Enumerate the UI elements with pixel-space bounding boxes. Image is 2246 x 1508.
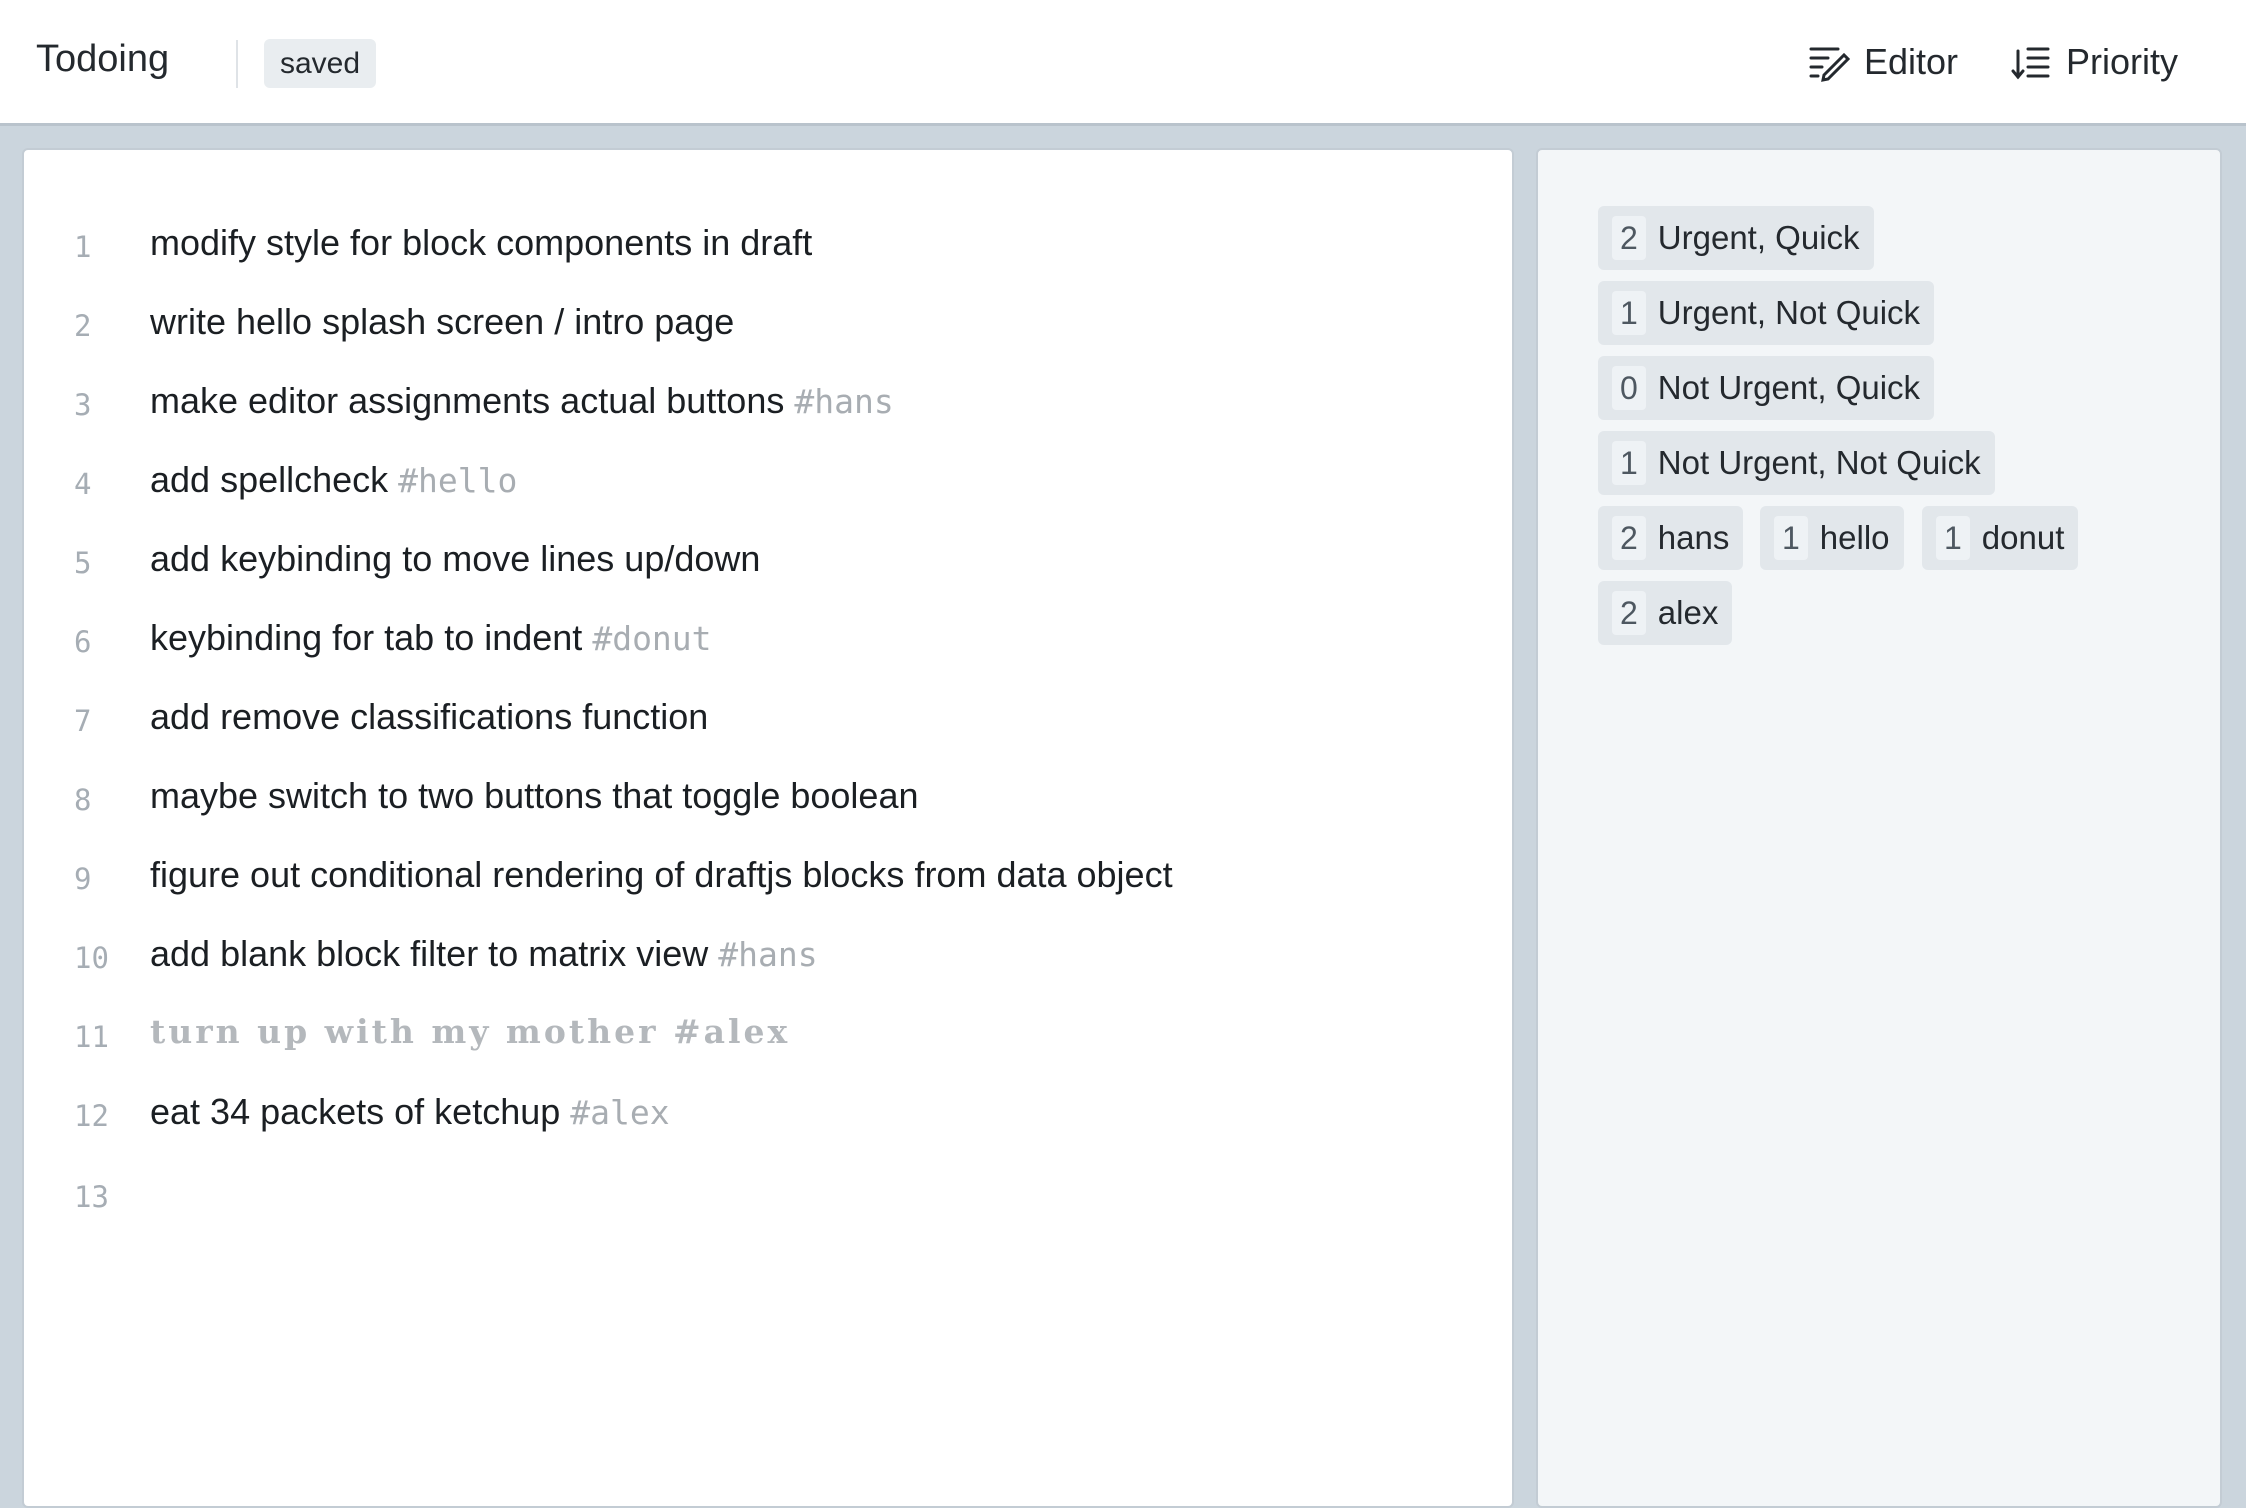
chip-count: 1: [1936, 516, 1970, 560]
chip-label: hello: [1819, 519, 1890, 556]
chip-count: 1: [1612, 291, 1646, 335]
app-title: Todoing: [36, 38, 170, 80]
filter-chip-tag-donut[interactable]: 1 donut: [1922, 506, 2079, 570]
editor-line-completed[interactable]: 11 turn up with my mother #alex: [24, 1006, 1504, 1066]
title-divider: [236, 40, 238, 88]
filter-chip-tag-hans[interactable]: 2 hans: [1598, 506, 1744, 570]
hashtag: #donut: [592, 619, 712, 658]
editor-line[interactable]: 4 add spellcheck #hello: [24, 453, 1504, 513]
line-number: 2: [74, 309, 92, 343]
line-number: 11: [74, 1020, 109, 1054]
chip-label: alex: [1657, 594, 1719, 631]
priority-nav-button[interactable]: Priority: [2010, 36, 2178, 88]
editor-nav-button[interactable]: Editor: [1808, 36, 1958, 88]
line-number: 10: [74, 941, 109, 975]
save-status-badge: saved: [264, 39, 377, 88]
todo-editor[interactable]: 1 modify style for block components in d…: [22, 148, 1514, 1508]
line-number: 5: [74, 546, 92, 580]
chip-label: hans: [1657, 519, 1730, 556]
chip-label: Urgent, Not Quick: [1657, 294, 1921, 331]
hashtag: #hello: [398, 461, 518, 500]
editor-line[interactable]: 6 keybinding for tab to indent #donut: [24, 611, 1504, 671]
editor-line[interactable]: 2 write hello splash screen / intro page: [24, 295, 1504, 355]
filter-chip-urgent-not-quick[interactable]: 1 Urgent, Not Quick: [1598, 281, 1935, 345]
editor-line[interactable]: 7 add remove classifications function: [24, 690, 1504, 750]
line-text[interactable]: maybe switch to two buttons that toggle …: [150, 775, 918, 817]
completed-line-text[interactable]: turn up with my mother #alex: [150, 1012, 790, 1051]
line-text[interactable]: figure out conditional rendering of draf…: [150, 854, 1173, 896]
line-text[interactable]: modify style for block components in dra…: [150, 222, 812, 264]
chip-label: Not Urgent, Quick: [1657, 369, 1921, 406]
line-text[interactable]: make editor assignments actual buttons #…: [150, 380, 894, 422]
chip-count: 1: [1774, 516, 1808, 560]
filter-chip-not-urgent-not-quick[interactable]: 1 Not Urgent, Not Quick: [1598, 431, 1995, 495]
line-number: 12: [74, 1099, 109, 1133]
filter-chip-not-urgent-quick[interactable]: 0 Not Urgent, Quick: [1598, 356, 1935, 420]
priority-nav-label: Priority: [2066, 41, 2179, 82]
filter-chip-tag-alex[interactable]: 2 alex: [1598, 581, 1733, 645]
editor-nav-label: Editor: [1864, 41, 1959, 82]
line-number: 8: [74, 783, 92, 817]
chip-count: 0: [1612, 366, 1646, 410]
editor-line[interactable]: 12 eat 34 packets of ketchup #alex: [24, 1085, 1504, 1145]
chip-label: donut: [1981, 519, 2065, 556]
line-text[interactable]: add blank block filter to matrix view #h…: [150, 933, 818, 975]
line-text[interactable]: keybinding for tab to indent #donut: [150, 617, 712, 659]
line-text[interactable]: add keybinding to move lines up/down: [150, 538, 760, 580]
hashtag: #alex: [570, 1093, 670, 1132]
hashtag: #hans: [794, 382, 894, 421]
line-number: 6: [74, 625, 92, 659]
filter-chip-tag-hello[interactable]: 1 hello: [1760, 506, 1904, 570]
top-bar: Todoing saved Editor Priority: [0, 0, 2246, 126]
chip-count: 2: [1612, 216, 1646, 260]
sort-list-icon: [2011, 47, 2050, 80]
hashtag: #hans: [718, 935, 818, 974]
editor-line[interactable]: 5 add keybinding to move lines up/down: [24, 532, 1504, 592]
chip-count: 2: [1612, 516, 1646, 560]
edit-pen-icon: [1809, 47, 1850, 82]
chip-count: 1: [1612, 441, 1646, 485]
line-text[interactable]: add remove classifications function: [150, 696, 708, 738]
line-text[interactable]: write hello splash screen / intro page: [150, 301, 734, 343]
editor-line-empty[interactable]: 13: [24, 1166, 1504, 1226]
editor-line[interactable]: 10 add blank block filter to matrix view…: [24, 927, 1504, 987]
line-number: 4: [74, 467, 92, 501]
chip-label: Not Urgent, Not Quick: [1657, 444, 1981, 481]
filter-chip-urgent-quick[interactable]: 2 Urgent, Quick: [1598, 206, 1874, 270]
line-number: 3: [74, 388, 92, 422]
editor-line[interactable]: 8 maybe switch to two buttons that toggl…: [24, 769, 1504, 829]
editor-line[interactable]: 9 figure out conditional rendering of dr…: [24, 848, 1504, 908]
line-number: 1: [74, 230, 92, 264]
chip-count: 2: [1612, 591, 1646, 635]
line-number: 7: [74, 704, 92, 738]
line-text[interactable]: add spellcheck #hello: [150, 459, 517, 501]
line-number: 9: [74, 862, 92, 896]
editor-line[interactable]: 3 make editor assignments actual buttons…: [24, 374, 1504, 434]
line-number: 13: [74, 1180, 109, 1214]
filter-panel: 2 Urgent, Quick 1 Urgent, Not Quick 0 No…: [1536, 148, 2222, 1508]
editor-line[interactable]: 1 modify style for block components in d…: [24, 216, 1504, 276]
chip-label: Urgent, Quick: [1657, 219, 1860, 256]
line-text[interactable]: eat 34 packets of ketchup #alex: [150, 1091, 670, 1133]
